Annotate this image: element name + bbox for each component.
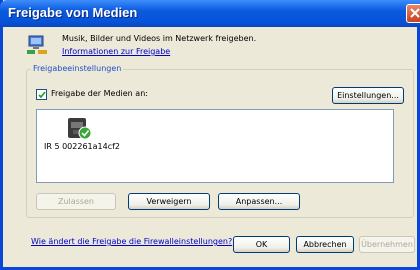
ok-button[interactable]: OK xyxy=(233,236,290,253)
deny-button[interactable]: Verweigern xyxy=(128,193,210,210)
title-bar[interactable]: Freigabe von Medien xyxy=(0,0,420,27)
group-label: Freigabeeinstellungen xyxy=(31,64,124,73)
checkmark-icon xyxy=(38,91,46,99)
network-share-icon xyxy=(27,35,47,54)
close-icon xyxy=(410,8,420,18)
share-media-label: Freigabe der Medien an: xyxy=(51,89,148,98)
cancel-button[interactable]: Abbrechen xyxy=(296,236,354,253)
sharing-info-link[interactable]: Informationen zur Freigabe xyxy=(62,47,170,56)
apply-button[interactable]: Übernehmen xyxy=(359,236,415,253)
firewall-link[interactable]: Wie ändert die Freigabe die Firewalleins… xyxy=(31,237,232,246)
share-media-checkbox[interactable] xyxy=(36,89,47,100)
customize-button[interactable]: Anpassen... xyxy=(218,193,300,210)
settings-button[interactable]: Einstellungen... xyxy=(332,87,404,104)
info-description: Musik, Bilder und Videos im Netzwerk fre… xyxy=(62,34,257,43)
allow-button[interactable]: Zulassen xyxy=(36,193,116,210)
media-device-icon[interactable] xyxy=(66,116,96,142)
close-button[interactable] xyxy=(406,4,420,23)
device-name[interactable]: IR 5 002261a14cf2 xyxy=(44,142,120,151)
window-title: Freigabe von Medien xyxy=(8,5,138,20)
